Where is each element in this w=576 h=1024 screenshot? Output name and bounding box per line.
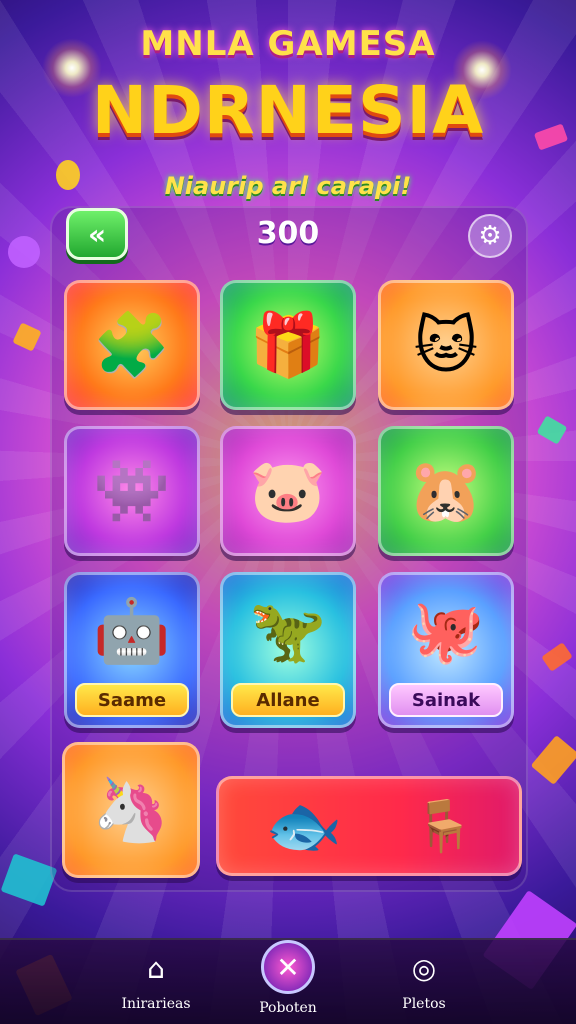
dinosaur-icon: 🦖 <box>249 594 327 667</box>
level-tile[interactable]: 🎁 <box>220 280 356 410</box>
tile-label: Saame <box>75 683 189 717</box>
level-tile-wide[interactable]: 🐟 🪑 <box>216 776 522 876</box>
nav-item-profile[interactable]: ◎ Pletos <box>364 946 484 1022</box>
level-tile[interactable]: 🤖 Saame <box>64 572 200 728</box>
gift-box-icon: 🎁 <box>249 308 327 381</box>
confetti-decoration <box>541 642 573 672</box>
back-button[interactable]: « <box>66 208 128 260</box>
double-chevron-left-icon: « <box>87 217 107 251</box>
level-tile[interactable]: 🐙 Sainak <box>378 572 514 728</box>
nav-item-play[interactable]: ✕ Poboten <box>228 940 348 1022</box>
confetti-decoration <box>0 853 58 907</box>
nav-label: Inirarieas <box>121 996 191 1012</box>
confetti-decoration <box>530 735 576 785</box>
level-tile[interactable]: 🦄 <box>62 742 200 878</box>
cat-icon: 🐱 <box>413 308 479 382</box>
target-icon: ◎ <box>411 951 437 985</box>
confetti-decoration <box>536 415 568 445</box>
chair-icon: 🪑 <box>412 796 476 855</box>
score-counter: 300 <box>256 216 320 251</box>
nav-item-home[interactable]: ⌂ Inirarieas <box>96 946 216 1022</box>
level-tile[interactable]: 🧩 <box>64 280 200 410</box>
level-tile[interactable]: 🐷 <box>220 426 356 556</box>
confetti-decoration <box>12 322 42 352</box>
puzzle-blocks-icon: 🧩 <box>93 308 171 381</box>
tagline: Niaurip arl carapi! <box>164 172 412 200</box>
level-tile[interactable]: 🐱 <box>378 280 514 410</box>
nav-label: Pletos <box>402 996 446 1012</box>
creature-icon: 🦄 <box>92 773 170 846</box>
gear-icon: ⚙ <box>478 221 502 251</box>
game-title: NDRNESIA <box>91 72 485 149</box>
robot-icon: 🤖 <box>93 594 171 667</box>
nav-label: Poboten <box>259 1000 317 1016</box>
pig-creature-icon: 🐷 <box>249 454 327 527</box>
fish-icon: 🐟 <box>265 789 343 862</box>
home-icon: ⌂ <box>147 951 165 985</box>
level-tile[interactable]: 🦖 Allane <box>220 572 356 728</box>
game-subtitle-top: MNLA GAMESA <box>140 24 436 64</box>
tile-label: Allane <box>231 683 345 717</box>
tile-label: Sainak <box>389 683 503 717</box>
level-tile[interactable]: 👾 <box>64 426 200 556</box>
bubble-decoration <box>8 236 40 268</box>
level-tile[interactable]: 🐹 <box>378 426 514 556</box>
monster-icon: 👾 <box>93 454 171 527</box>
hamster-icon: 🐹 <box>407 454 485 527</box>
settings-button[interactable]: ⚙ <box>468 214 512 258</box>
bottom-navigation: ⌂ Inirarieas ✕ Poboten ◎ Pletos <box>0 938 576 1024</box>
crossed-sticks-icon: ✕ <box>261 940 315 994</box>
octopus-icon: 🐙 <box>407 594 485 667</box>
